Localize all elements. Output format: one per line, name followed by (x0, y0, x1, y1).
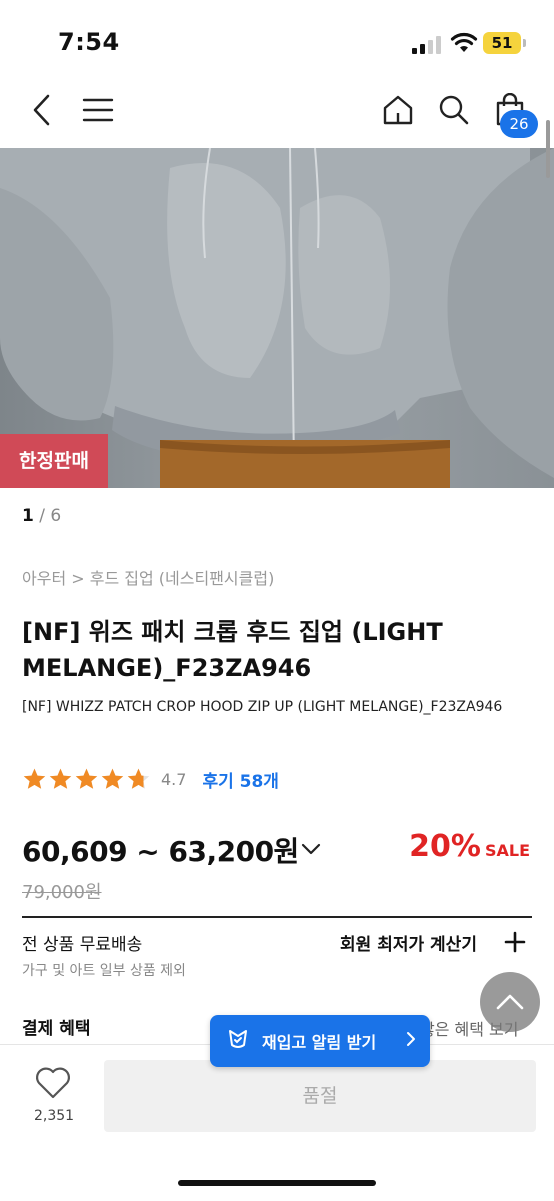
shipping-note: 가구 및 아트 일부 상품 제외 (22, 963, 186, 979)
cellular-signal-icon (412, 34, 444, 54)
star-icon (23, 768, 46, 789)
scroll-to-top-button[interactable] (480, 972, 540, 1032)
page-scrollbar[interactable] (546, 120, 550, 178)
like-count: 2,351 (34, 1108, 75, 1124)
plus-icon[interactable] (504, 931, 526, 957)
star-icon (101, 768, 124, 789)
original-price: 79,000원 (22, 882, 102, 903)
search-icon[interactable] (432, 86, 476, 134)
soldout-button[interactable]: 품절 (104, 1060, 536, 1132)
product-title: [NF] 위즈 패치 크롭 후드 집업 (LIGHT MELANGE)_F23Z… (22, 618, 443, 682)
review-link[interactable]: 후기 58개 (202, 767, 279, 792)
battery-indicator: 51 (483, 32, 526, 54)
section-divider (22, 916, 532, 918)
pager-separator: / (33, 506, 51, 526)
member-price-calculator[interactable]: 회원 최저가 계산기 (340, 930, 477, 955)
bell-icon (226, 1027, 250, 1055)
chevron-down-icon[interactable] (300, 838, 322, 864)
hamburger-menu-icon[interactable] (76, 86, 120, 134)
status-bar: 7:54 51 (0, 0, 554, 86)
back-icon[interactable] (20, 86, 64, 134)
discount-badge: 20% SALE (409, 829, 530, 864)
home-icon[interactable] (376, 86, 420, 134)
status-time: 7:54 (58, 28, 120, 56)
sale-label: SALE (484, 841, 530, 860)
home-indicator (178, 1180, 376, 1186)
price-range[interactable]: 60,609 ~ 63,200원 (22, 830, 299, 870)
breadcrumb[interactable]: 아우터 > 후드 집업 (네스티팬시클럽) (22, 565, 274, 589)
top-nav-bar (0, 86, 554, 148)
shipping-title: 전 상품 무료배송 (22, 935, 143, 955)
pager-total: 6 (50, 506, 62, 526)
payment-benefit-title: 결제 혜택 (22, 1019, 91, 1039)
cart-count-badge[interactable]: 26 (500, 110, 538, 138)
rating-value: 4.7 (161, 769, 187, 789)
star-icon (127, 768, 150, 789)
heart-icon[interactable] (34, 1066, 72, 1104)
rating-row[interactable]: 4.7 후기 58개 (22, 766, 279, 792)
restock-alert-button[interactable]: 재입고 알림 받기 (210, 1015, 430, 1067)
image-pager: 1 / 6 (22, 506, 61, 526)
restock-label: 재입고 알림 받기 (262, 1033, 377, 1052)
limited-sale-badge: 한정판매 (0, 434, 108, 488)
chevron-right-icon (406, 1031, 416, 1051)
wifi-icon (450, 32, 478, 58)
star-icon (49, 768, 72, 789)
discount-percent: 20% (409, 829, 481, 864)
pager-current: 1 (22, 506, 34, 526)
star-icon (75, 768, 98, 789)
rating-stars (22, 767, 151, 792)
product-subtitle: [NF] WHIZZ PATCH CROP HOOD ZIP UP (LIGHT… (22, 699, 503, 715)
